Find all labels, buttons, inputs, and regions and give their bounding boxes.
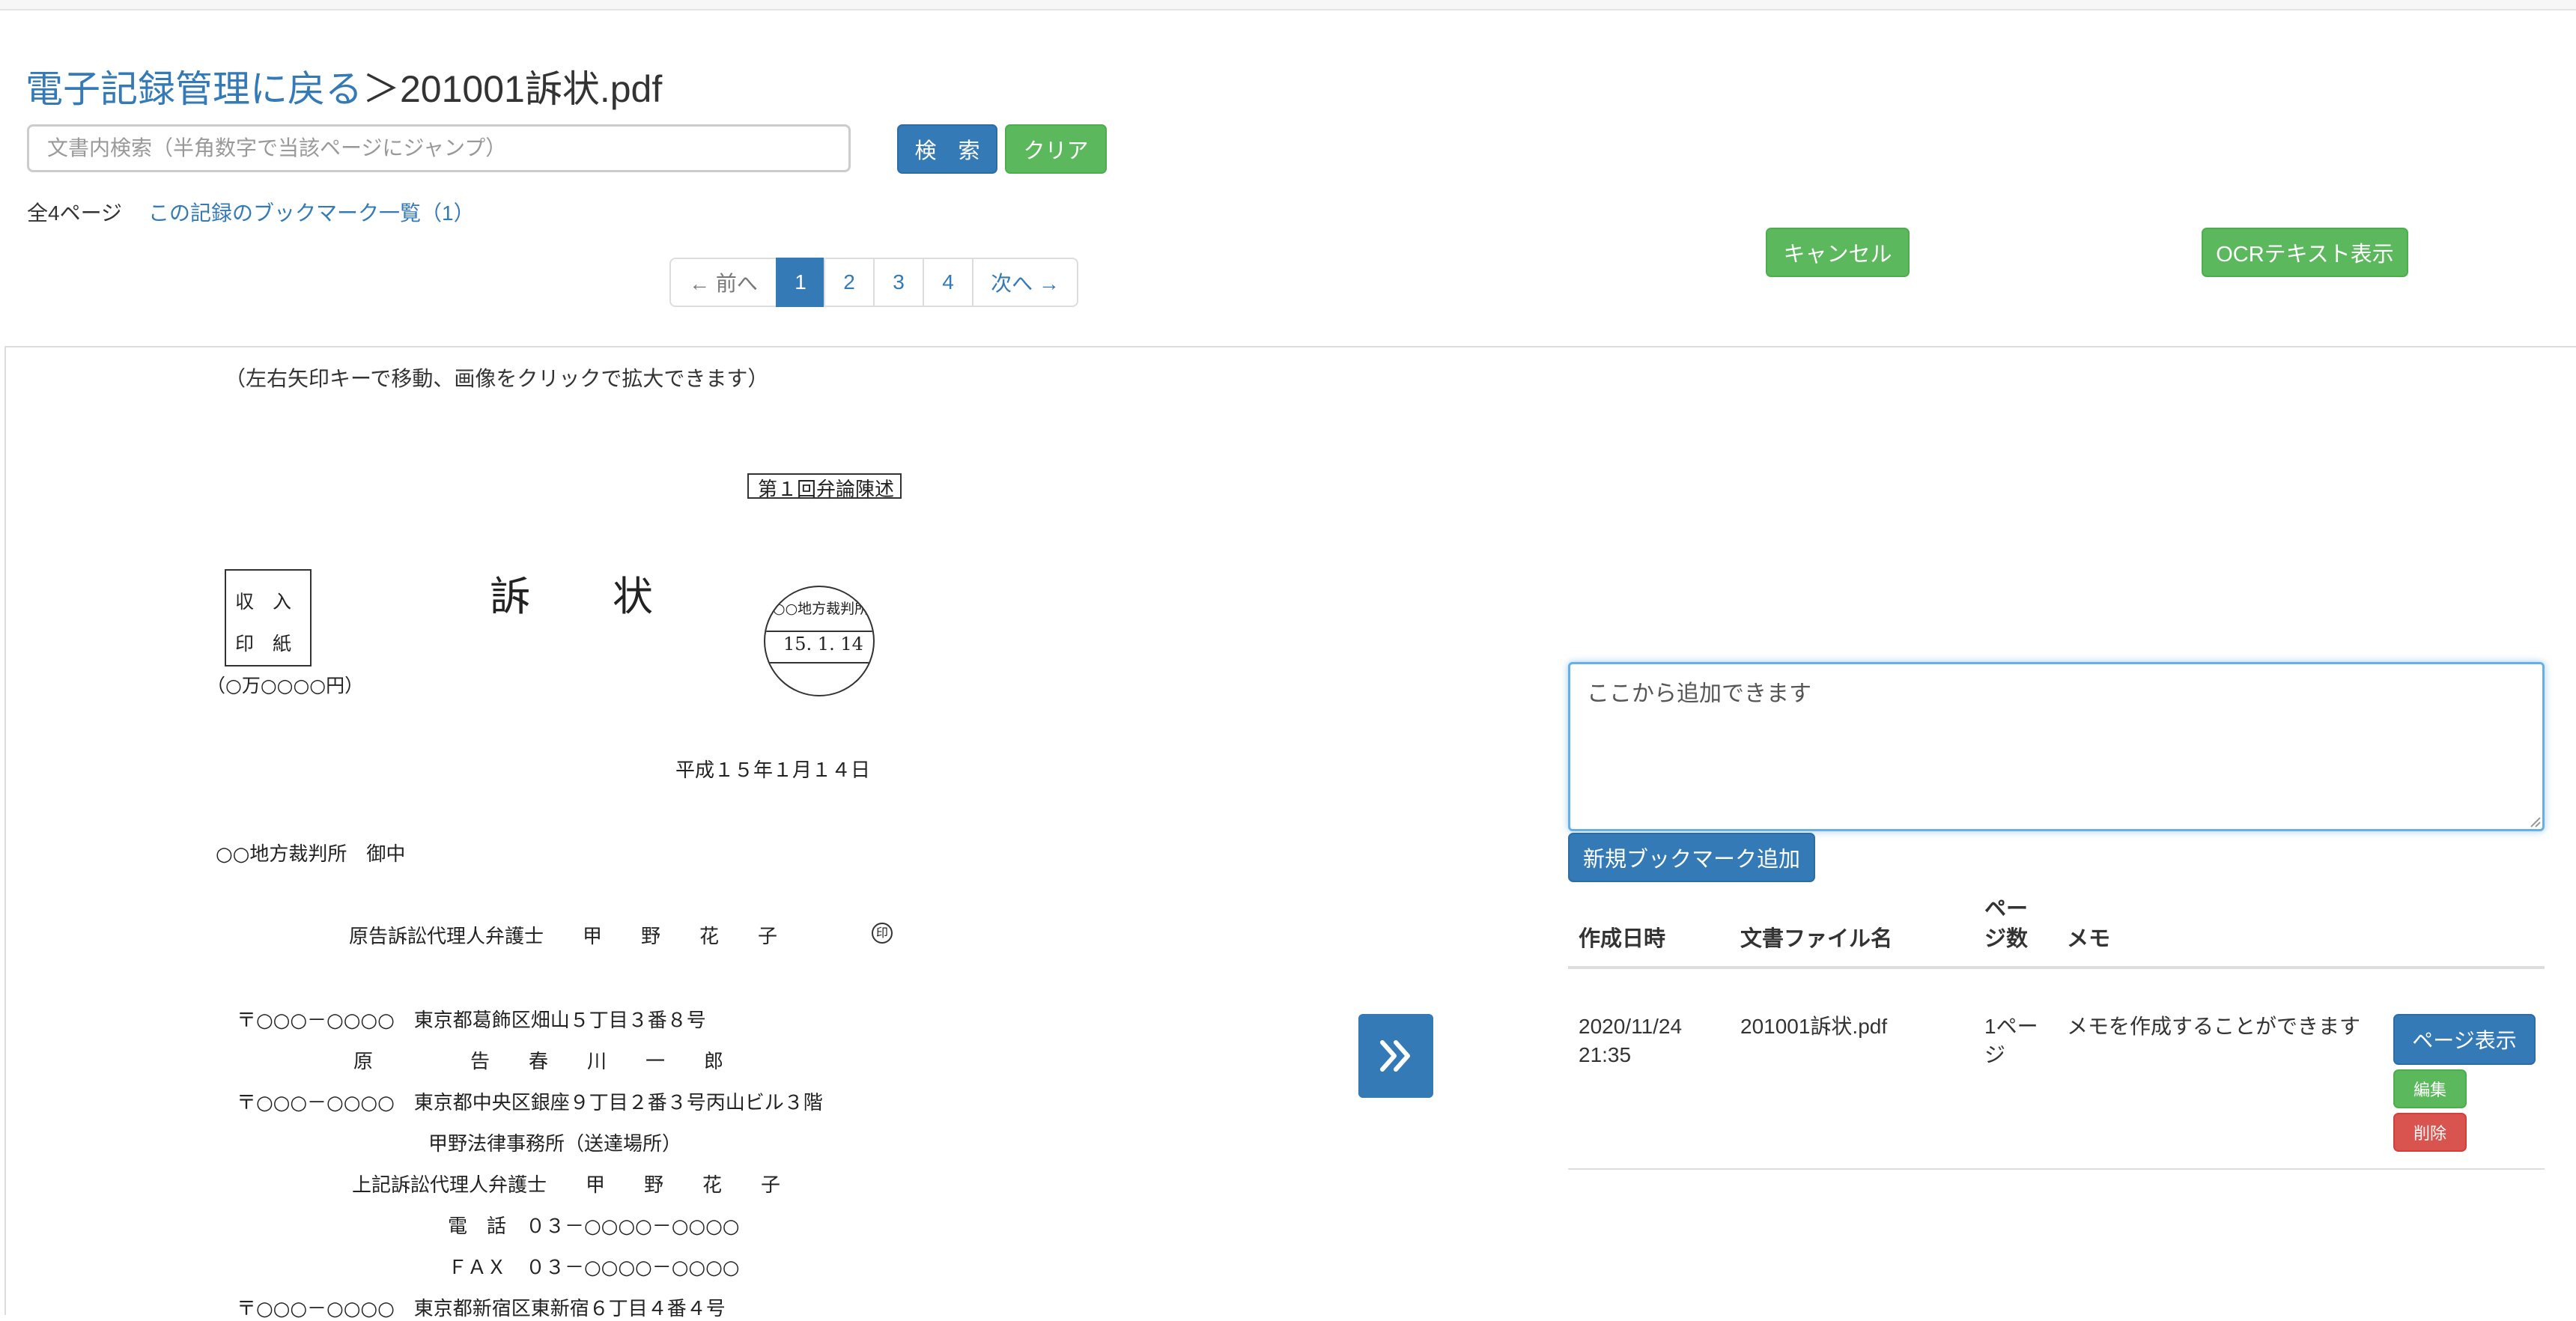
doc-line: 〒○○○－○○○○ 東京都新宿区東新宿６丁目４番４号 [237, 1298, 726, 1320]
doc-agent-line: 原告訴訟代理人弁護士 甲 野 花 子 [349, 926, 778, 948]
row-file: 201001訴状.pdf [1740, 1015, 1888, 1038]
doc-line: 〒○○○－○○○○ 東京都葛飾区畑山５丁目３番８号 [237, 1009, 706, 1032]
pagination-page-3[interactable]: 3 [873, 258, 924, 307]
bookmark-list-link[interactable]: この記録のブックマーク一覧（1） [148, 197, 475, 227]
col-header-memo: メモ [2067, 927, 2111, 951]
doc-title-char-1: 訴 [490, 573, 530, 620]
row-date: 2020/11/24 [1579, 1015, 1683, 1038]
total-pages-label: 全4ページ [27, 201, 123, 225]
ocr-text-button[interactable]: OCRテキスト表示 [2202, 228, 2408, 277]
doc-title-char-2: 状 [613, 573, 653, 620]
col-header-file: 文書ファイル名 [1740, 927, 1893, 951]
cancel-button[interactable]: キャンセル [1766, 228, 1910, 277]
table-row-divider [1568, 1168, 2545, 1170]
doc-line: 上記訴訟代理人弁護士 甲 野 花 子 [352, 1174, 781, 1197]
doc-addressee: ○○地方裁判所 御中 [216, 843, 406, 866]
pagination-prev[interactable]: ← 前へ [669, 258, 777, 307]
clear-button[interactable]: クリア [1005, 124, 1107, 174]
show-page-button[interactable]: ページ表示 [2393, 1014, 2536, 1065]
breadcrumb: 電子記録管理に戻る＞201001訴状.pdf [25, 63, 662, 115]
pagination-page-4[interactable]: 4 [923, 258, 973, 307]
document-search-input[interactable] [27, 124, 851, 172]
doc-date: 平成１５年１月１４日 [675, 759, 871, 782]
search-button[interactable]: 検 索 [897, 124, 997, 174]
row-pages-line-1: 1ペー [1984, 1015, 2038, 1038]
pagination-page-2[interactable]: 2 [824, 258, 875, 307]
doc-line: 原 告 春 川 一 郎 [353, 1051, 724, 1073]
row-time: 21:35 [1579, 1043, 1632, 1066]
stamp-box-line-1: 収 入 [235, 591, 292, 613]
resize-grip-icon[interactable] [2528, 815, 2542, 828]
double-chevron-right-icon [1380, 1040, 1410, 1072]
viewer-instructions: （左右矢印キーで移動、画像をクリックで拡大できます） [225, 367, 769, 390]
back-to-records-link[interactable]: 電子記録管理に戻る [25, 68, 362, 110]
col-header-pages-line-2: ジ数 [1984, 927, 2029, 951]
page-title: 201001訴状.pdf [400, 68, 663, 110]
top-bar [0, 0, 2576, 10]
pagination-page-1[interactable]: 1 [776, 258, 825, 307]
pagination: ← 前へ 1 2 3 4 次へ → [669, 258, 1078, 307]
doc-heading: 第１回弁論陳述 [758, 479, 895, 501]
stamp-box-line-2: 印 紙 [235, 633, 292, 655]
court-stamp-name: ○○地方裁判所 [773, 601, 869, 617]
pagination-next[interactable]: 次へ → [972, 258, 1078, 307]
edit-button[interactable]: 編集 [2393, 1069, 2467, 1108]
table-header-divider [1568, 966, 2545, 969]
doc-seal-mark: 印 [872, 923, 893, 944]
col-header-created: 作成日時 [1579, 927, 1666, 951]
add-bookmark-button[interactable]: 新規ブックマーク追加 [1568, 833, 1815, 882]
bookmark-memo-textarea[interactable]: ここから追加できます [1568, 662, 2545, 831]
breadcrumb-separator: ＞ [362, 68, 400, 110]
row-memo: メモを作成することができます [2067, 1015, 2361, 1038]
doc-line: 〒○○○－○○○○ 東京都中央区銀座９丁目２番３号丙山ビル３階 [237, 1092, 823, 1114]
row-pages-line-2: ジ [1984, 1043, 2006, 1066]
next-page-arrow-button[interactable] [1358, 1014, 1433, 1098]
doc-line: 甲野法律事務所（送達場所） [428, 1133, 682, 1156]
doc-line: ＦＡＸ ０３－○○○○－○○○○ [448, 1257, 740, 1279]
court-stamp-date: 15. 1. 14 [783, 634, 863, 655]
delete-button[interactable]: 削除 [2393, 1113, 2467, 1152]
stamp-amount: （○万○○○○円） [207, 675, 364, 696]
col-header-pages-line-1: ペー [1984, 897, 2029, 921]
doc-line: 電 話 ０３－○○○○－○○○○ [448, 1215, 740, 1238]
court-receipt-stamp: ○○地方裁判所 15. 1. 14 [764, 586, 875, 696]
